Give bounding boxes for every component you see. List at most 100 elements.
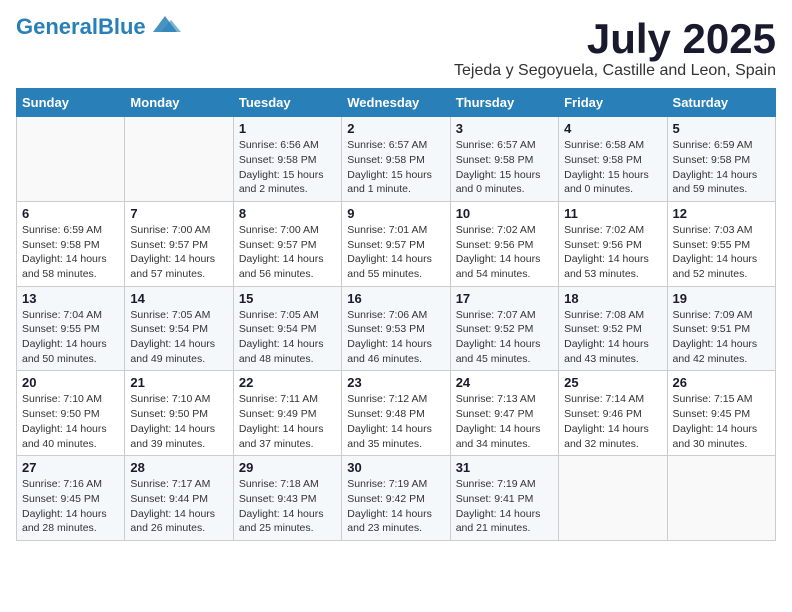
calendar-cell: 18 Sunrise: 7:08 AM Sunset: 9:52 PM Dayli… (559, 286, 667, 371)
day-info: Sunrise: 6:58 AM Sunset: 9:58 PM Dayligh… (564, 138, 661, 197)
day-info: Sunrise: 7:02 AM Sunset: 9:56 PM Dayligh… (564, 223, 661, 282)
day-number: 12 (673, 206, 770, 221)
calendar-cell: 2 Sunrise: 6:57 AM Sunset: 9:58 PM Daylig… (342, 117, 450, 202)
day-number: 18 (564, 291, 661, 306)
day-number: 1 (239, 121, 336, 136)
day-info: Sunrise: 7:14 AM Sunset: 9:46 PM Dayligh… (564, 392, 661, 451)
calendar-week-row: 1 Sunrise: 6:56 AM Sunset: 9:58 PM Daylig… (17, 117, 776, 202)
calendar-cell (125, 117, 233, 202)
calendar-cell: 27Sunrise: 7:16 AM Sunset: 9:45 PM Dayli… (17, 456, 125, 541)
calendar-cell: 16 Sunrise: 7:06 AM Sunset: 9:53 PM Dayli… (342, 286, 450, 371)
day-number: 17 (456, 291, 553, 306)
calendar-cell: 4 Sunrise: 6:58 AM Sunset: 9:58 PM Daylig… (559, 117, 667, 202)
calendar-cell: 1 Sunrise: 6:56 AM Sunset: 9:58 PM Daylig… (233, 117, 341, 202)
calendar-cell: 23Sunrise: 7:12 AM Sunset: 9:48 PM Dayli… (342, 371, 450, 456)
day-info: Sunrise: 7:07 AM Sunset: 9:52 PM Dayligh… (456, 308, 553, 367)
calendar-cell (667, 456, 775, 541)
day-info: Sunrise: 7:00 AM Sunset: 9:57 PM Dayligh… (130, 223, 227, 282)
calendar-cell: 22 Sunrise: 7:11 AM Sunset: 9:49 PM Dayli… (233, 371, 341, 456)
logo-text: GeneralBlue (16, 16, 146, 38)
logo-general: General (16, 14, 98, 39)
weekday-header-saturday: Saturday (667, 89, 775, 117)
day-number: 22 (239, 375, 336, 390)
day-number: 26 (673, 375, 770, 390)
calendar-cell: 11 Sunrise: 7:02 AM Sunset: 9:56 PM Dayli… (559, 201, 667, 286)
calendar-table: SundayMondayTuesdayWednesdayThursdayFrid… (16, 88, 776, 541)
day-number: 24 (456, 375, 553, 390)
day-info: Sunrise: 6:57 AM Sunset: 9:58 PM Dayligh… (456, 138, 553, 197)
weekday-header-thursday: Thursday (450, 89, 558, 117)
day-number: 5 (673, 121, 770, 136)
day-info: Sunrise: 7:15 AM Sunset: 9:45 PM Dayligh… (673, 392, 770, 451)
calendar-cell: 5 Sunrise: 6:59 AM Sunset: 9:58 PM Daylig… (667, 117, 775, 202)
calendar-cell: 10 Sunrise: 7:02 AM Sunset: 9:56 PM Dayli… (450, 201, 558, 286)
weekday-header-sunday: Sunday (17, 89, 125, 117)
day-number: 15 (239, 291, 336, 306)
calendar-cell: 28 Sunrise: 7:17 AM Sunset: 9:44 PM Dayli… (125, 456, 233, 541)
day-number: 8 (239, 206, 336, 221)
day-info: Sunrise: 7:02 AM Sunset: 9:56 PM Dayligh… (456, 223, 553, 282)
calendar-cell: 30 Sunrise: 7:19 AM Sunset: 9:42 PM Dayli… (342, 456, 450, 541)
day-number: 4 (564, 121, 661, 136)
day-info: Sunrise: 7:17 AM Sunset: 9:44 PM Dayligh… (130, 477, 227, 536)
day-info: Sunrise: 7:04 AM Sunset: 9:55 PM Dayligh… (22, 308, 119, 367)
day-info: Sunrise: 7:11 AM Sunset: 9:49 PM Dayligh… (239, 392, 336, 451)
day-info: Sunrise: 6:59 AM Sunset: 9:58 PM Dayligh… (673, 138, 770, 197)
day-info: Sunrise: 7:06 AM Sunset: 9:53 PM Dayligh… (347, 308, 444, 367)
day-info: Sunrise: 7:01 AM Sunset: 9:57 PM Dayligh… (347, 223, 444, 282)
calendar-cell: 6 Sunrise: 6:59 AM Sunset: 9:58 PM Daylig… (17, 201, 125, 286)
calendar-cell: 12Sunrise: 7:03 AM Sunset: 9:55 PM Dayli… (667, 201, 775, 286)
day-info: Sunrise: 7:09 AM Sunset: 9:51 PM Dayligh… (673, 308, 770, 367)
location-title: Tejeda y Segoyuela, Castille and Leon, S… (454, 62, 776, 80)
day-number: 30 (347, 460, 444, 475)
month-title: July 2025 (454, 16, 776, 62)
logo: GeneralBlue (16, 16, 181, 38)
calendar-cell (17, 117, 125, 202)
day-number: 28 (130, 460, 227, 475)
day-info: Sunrise: 7:19 AM Sunset: 9:42 PM Dayligh… (347, 477, 444, 536)
day-number: 21 (130, 375, 227, 390)
weekday-header-row: SundayMondayTuesdayWednesdayThursdayFrid… (17, 89, 776, 117)
logo-blue: Blue (98, 14, 146, 39)
calendar-cell: 14 Sunrise: 7:05 AM Sunset: 9:54 PM Dayli… (125, 286, 233, 371)
calendar-cell: 24 Sunrise: 7:13 AM Sunset: 9:47 PM Dayli… (450, 371, 558, 456)
day-info: Sunrise: 7:18 AM Sunset: 9:43 PM Dayligh… (239, 477, 336, 536)
day-info: Sunrise: 6:59 AM Sunset: 9:58 PM Dayligh… (22, 223, 119, 282)
day-number: 6 (22, 206, 119, 221)
day-number: 13 (22, 291, 119, 306)
day-number: 7 (130, 206, 227, 221)
calendar-cell: 20 Sunrise: 7:10 AM Sunset: 9:50 PM Dayli… (17, 371, 125, 456)
day-number: 23 (347, 375, 444, 390)
calendar-cell: 31Sunrise: 7:19 AM Sunset: 9:41 PM Dayli… (450, 456, 558, 541)
day-number: 14 (130, 291, 227, 306)
day-info: Sunrise: 6:57 AM Sunset: 9:58 PM Dayligh… (347, 138, 444, 197)
calendar-cell: 17 Sunrise: 7:07 AM Sunset: 9:52 PM Dayli… (450, 286, 558, 371)
calendar-cell (559, 456, 667, 541)
calendar-week-row: 6 Sunrise: 6:59 AM Sunset: 9:58 PM Daylig… (17, 201, 776, 286)
day-number: 16 (347, 291, 444, 306)
day-number: 9 (347, 206, 444, 221)
calendar-cell: 7 Sunrise: 7:00 AM Sunset: 9:57 PM Daylig… (125, 201, 233, 286)
day-info: Sunrise: 6:56 AM Sunset: 9:58 PM Dayligh… (239, 138, 336, 197)
calendar-cell: 19Sunrise: 7:09 AM Sunset: 9:51 PM Dayli… (667, 286, 775, 371)
day-info: Sunrise: 7:19 AM Sunset: 9:41 PM Dayligh… (456, 477, 553, 536)
calendar-cell: 15Sunrise: 7:05 AM Sunset: 9:54 PM Dayli… (233, 286, 341, 371)
day-info: Sunrise: 7:10 AM Sunset: 9:50 PM Dayligh… (22, 392, 119, 451)
calendar-week-row: 27Sunrise: 7:16 AM Sunset: 9:45 PM Dayli… (17, 456, 776, 541)
day-info: Sunrise: 7:00 AM Sunset: 9:57 PM Dayligh… (239, 223, 336, 282)
day-info: Sunrise: 7:10 AM Sunset: 9:50 PM Dayligh… (130, 392, 227, 451)
day-info: Sunrise: 7:13 AM Sunset: 9:47 PM Dayligh… (456, 392, 553, 451)
day-number: 3 (456, 121, 553, 136)
day-number: 20 (22, 375, 119, 390)
calendar-week-row: 20 Sunrise: 7:10 AM Sunset: 9:50 PM Dayli… (17, 371, 776, 456)
day-number: 10 (456, 206, 553, 221)
day-info: Sunrise: 7:16 AM Sunset: 9:45 PM Dayligh… (22, 477, 119, 536)
day-info: Sunrise: 7:08 AM Sunset: 9:52 PM Dayligh… (564, 308, 661, 367)
calendar-week-row: 13 Sunrise: 7:04 AM Sunset: 9:55 PM Dayli… (17, 286, 776, 371)
calendar-cell: 13 Sunrise: 7:04 AM Sunset: 9:55 PM Dayli… (17, 286, 125, 371)
calendar-cell: 8 Sunrise: 7:00 AM Sunset: 9:57 PM Daylig… (233, 201, 341, 286)
day-number: 11 (564, 206, 661, 221)
day-info: Sunrise: 7:05 AM Sunset: 9:54 PM Dayligh… (130, 308, 227, 367)
day-number: 2 (347, 121, 444, 136)
weekday-header-wednesday: Wednesday (342, 89, 450, 117)
